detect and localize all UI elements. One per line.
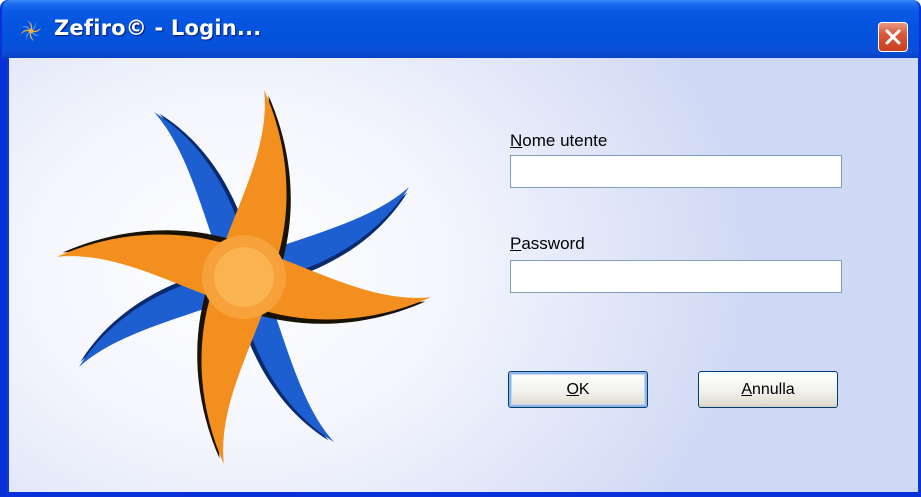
username-label: Nome utente — [510, 131, 608, 150]
window-title: Zefiro© - Login... — [54, 16, 262, 40]
password-label: Password — [510, 234, 585, 253]
cancel-button[interactable]: Annulla — [698, 371, 838, 408]
password-input[interactable] — [510, 260, 842, 293]
username-input[interactable] — [510, 155, 842, 188]
close-icon — [885, 29, 901, 45]
login-window: Zefiro© - Login... Nome utente Password … — [0, 0, 921, 497]
ok-button[interactable]: OK — [508, 371, 648, 408]
title-bar[interactable]: Zefiro© - Login... — [2, 0, 919, 58]
dialog-body: Nome utente Password OK Annulla — [7, 58, 919, 495]
zefiro-star-icon — [20, 20, 42, 42]
close-button[interactable] — [878, 22, 908, 52]
zefiro-logo — [56, 89, 432, 465]
